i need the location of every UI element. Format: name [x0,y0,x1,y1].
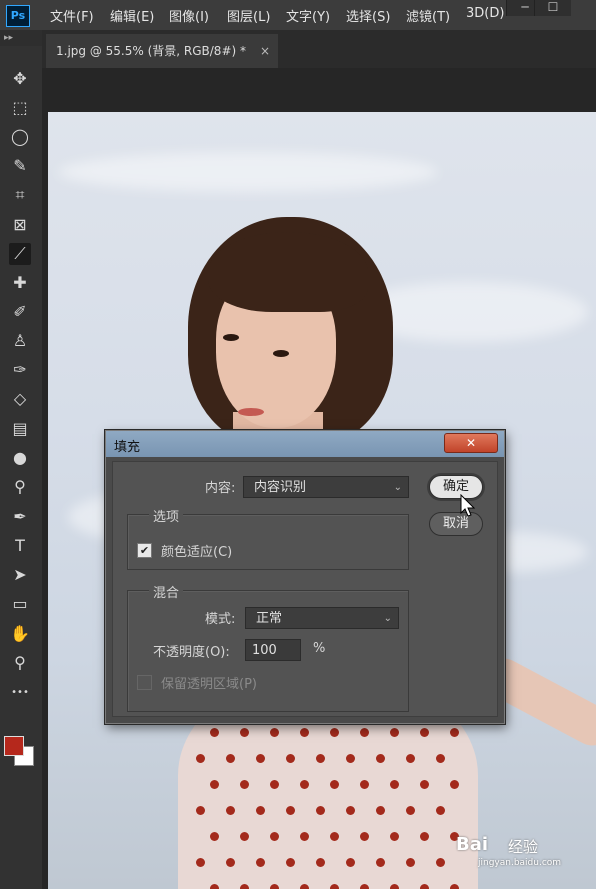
document-tab[interactable]: 1.jpg @ 55.5% (背景, RGB/8#) * × [46,34,278,68]
zoom-tool-icon[interactable]: ⚲ [9,652,31,674]
dialog-title: 填充 [114,440,141,455]
preserve-transparency-checkbox [137,675,152,690]
quick-select-tool-icon[interactable]: ✎ [9,155,31,177]
menu-bar: Ps 文件(F) 编辑(E) 图像(I) 图层(L) 文字(Y) 选择(S) 滤… [0,0,596,30]
options-group-title: 选项 [149,506,184,525]
dialog-close-button[interactable]: ✕ [444,433,498,453]
lasso-tool-icon[interactable]: ◯ [9,126,31,148]
toolbar-collapse-icon[interactable]: ▸▸ [0,30,42,46]
maximize-button[interactable]: ☐ [534,0,571,16]
watermark-sub: 经验 [508,838,539,856]
fill-dialog: 填充 ✕ 内容: 内容识别 ⌄ 选项 ✔ 颜色适应(C) 混合 模式: 正常 ⌄… [105,430,505,724]
preserve-transparency-label: 保留透明区域(P) [161,677,257,692]
mouse-cursor-icon [460,494,476,517]
dodge-tool-icon[interactable]: ⚲ [9,476,31,498]
color-adapt-checkbox[interactable]: ✔ [137,543,152,558]
menu-select[interactable]: 选择(S) [346,6,390,25]
gradient-tool-icon[interactable]: ▤ [9,418,31,440]
document-tab-bar: 1.jpg @ 55.5% (背景, RGB/8#) * × [42,30,596,68]
more-tools-icon[interactable]: ••• [9,682,31,704]
watermark-url: jingyan.baidu.com [478,858,562,868]
menu-3d[interactable]: 3D(D) [466,6,504,21]
menu-type[interactable]: 文字(Y) [286,6,330,25]
marquee-tool-icon[interactable]: ⬚ [9,97,31,119]
dialog-titlebar[interactable]: 填充 ✕ [106,431,504,457]
stamp-tool-icon[interactable]: ♙ [9,330,31,352]
history-brush-tool-icon[interactable]: ✑ [9,359,31,381]
watermark-brand: Bai [456,834,489,855]
opacity-label: 不透明度(O): [153,645,230,660]
brush-tool-icon[interactable]: ✐ [9,301,31,323]
photoshop-logo: Ps [6,5,30,27]
frame-tool-icon[interactable]: ⊠ [9,214,31,236]
mode-select[interactable]: 正常 ⌄ [245,607,399,629]
menu-edit[interactable]: 编辑(E) [110,6,154,25]
crop-tool-icon[interactable]: ⌗ [9,184,31,206]
baidu-jingyan-watermark: Bai 经验 jingyan.baidu.com [456,830,596,870]
mode-label: 模式: [205,612,236,627]
type-tool-icon[interactable]: T [9,535,31,557]
chevron-down-icon: ⌄ [383,613,392,624]
blend-group-title: 混合 [149,582,184,601]
opacity-input[interactable]: 100 [245,639,301,661]
menu-filter[interactable]: 滤镜(T) [406,6,450,25]
mode-select-value: 正常 [256,611,283,626]
contents-select[interactable]: 内容识别 ⌄ [243,476,409,498]
healing-brush-tool-icon[interactable]: ✚ [9,272,31,294]
hand-tool-icon[interactable]: ✋ [9,623,31,645]
eyedropper-tool-icon[interactable]: ⟋ [9,243,31,265]
chevron-down-icon: ⌄ [393,482,402,493]
opacity-unit: % [313,641,326,656]
path-select-tool-icon[interactable]: ➤ [9,564,31,586]
menu-image[interactable]: 图像(I) [169,6,209,25]
document-tab-title: 1.jpg @ 55.5% (背景, RGB/8#) * [56,44,246,58]
close-icon[interactable]: × [260,34,270,68]
dialog-body: 内容: 内容识别 ⌄ 选项 ✔ 颜色适应(C) 混合 模式: 正常 ⌄ 不透明度… [112,461,498,717]
contents-label: 内容: [205,481,236,496]
color-adapt-label: 颜色适应(C) [161,545,233,560]
rectangle-tool-icon[interactable]: ▭ [9,593,31,615]
pen-tool-icon[interactable]: ✒ [9,506,31,528]
menu-layer[interactable]: 图层(L) [227,6,270,25]
menu-file[interactable]: 文件(F) [50,6,94,25]
move-tool-icon[interactable]: ✥ [9,68,31,90]
tools-panel: ✥ ⬚ ◯ ✎ ⌗ ⊠ ⟋ ✚ ✐ ♙ ✑ ◇ ▤ ● ⚲ ✒ T ➤ ▭ ✋ ⚲ ••• [0,46,43,889]
blur-tool-icon[interactable]: ● [9,447,31,469]
foreground-color-swatch[interactable] [4,736,24,756]
contents-select-value: 内容识别 [254,480,307,495]
eraser-tool-icon[interactable]: ◇ [9,388,31,410]
